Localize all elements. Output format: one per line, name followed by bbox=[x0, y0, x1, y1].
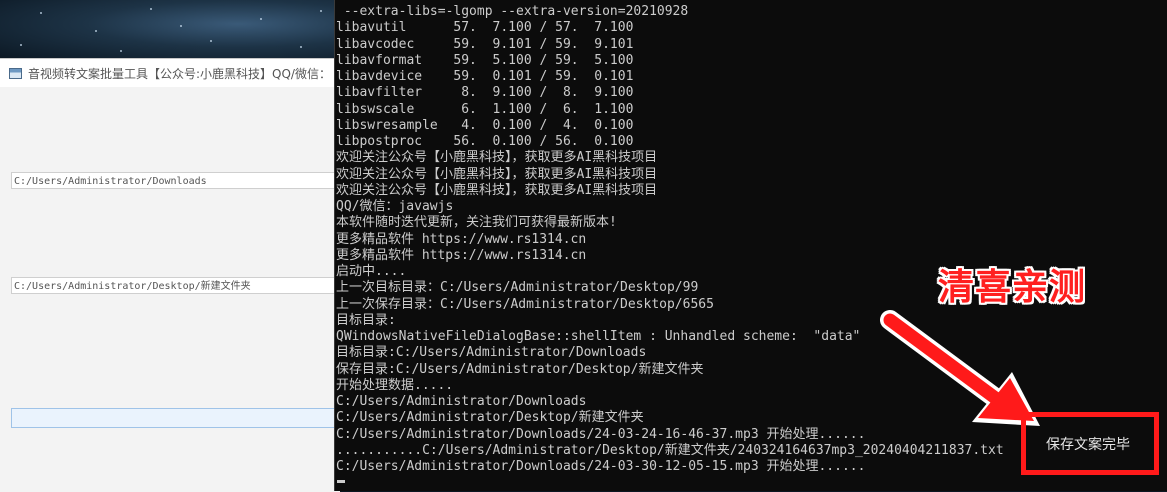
star-decoration bbox=[40, 12, 42, 14]
window-body: C:/Users/Administrator/Downloads C:/User… bbox=[0, 87, 340, 492]
console-line: libpostproc 56. 0.100 / 56. 0.100 bbox=[336, 134, 634, 149]
progress-field bbox=[11, 408, 340, 428]
star-decoration bbox=[20, 44, 22, 46]
console-line: libavformat 59. 5.100 / 59. 5.100 bbox=[336, 52, 634, 68]
console-line: 上一次目标目录：C:/Users/Administrator/Desktop/9… bbox=[336, 280, 699, 296]
star-decoration bbox=[120, 50, 122, 52]
console-line: libavfilter 8. 9.100 / 8. 9.100 bbox=[336, 85, 634, 101]
highlight-label: 保存文案完毕 bbox=[1046, 437, 1130, 453]
console-line: C:/Users/Administrator/Downloads/24-03-3… bbox=[336, 459, 866, 474]
star-decoration bbox=[320, 10, 322, 12]
star-decoration bbox=[260, 18, 262, 20]
console-line: ...........C:/Users/Administrator/Deskto… bbox=[336, 442, 1004, 458]
console-line: libavutil 57. 7.100 / 57. 7.100 bbox=[336, 20, 634, 36]
console-line: 更多精品软件 https://www.rs1314.cn bbox=[336, 247, 587, 263]
console-line: libswscale 6. 1.100 / 6. 1.100 bbox=[336, 101, 634, 117]
window-titlebar[interactable]: 音视频转文案批量工具【公众号:小鹿黑科技】QQ/微信： bbox=[0, 59, 340, 87]
console-line: QQ/微信：javawjs bbox=[336, 199, 454, 214]
console-line: 启动中.... bbox=[336, 264, 407, 279]
console-line: 更多精品软件 https://www.rs1314.cn bbox=[336, 231, 587, 247]
console-line: libavcodec 59. 9.101 / 59. 9.101 bbox=[336, 36, 634, 52]
app-window-icon bbox=[9, 67, 22, 79]
star-decoration bbox=[180, 25, 182, 27]
console-line: 欢迎关注公众号【小鹿黑科技】，获取更多AI黑科技项目 bbox=[336, 150, 658, 166]
star-decoration bbox=[95, 30, 97, 32]
window-title: 音视频转文案批量工具【公众号:小鹿黑科技】QQ/微信： bbox=[28, 66, 331, 81]
converter-window: 音视频转文案批量工具【公众号:小鹿黑科技】QQ/微信： C:/Users/Adm… bbox=[0, 58, 340, 492]
console-line: 本软件随时迭代更新，关注我们可获得最新版本! bbox=[336, 215, 617, 231]
console-line: --extra-libs=-lgomp --extra-version=2021… bbox=[336, 4, 689, 19]
console-line: 欢迎关注公众号【小鹿黑科技】，获取更多AI黑科技项目 bbox=[336, 166, 658, 182]
console-line: libavdevice 59. 0.101 / 59. 0.101 bbox=[336, 69, 634, 84]
console-line: 欢迎关注公众号【小鹿黑科技】，获取更多AI黑科技项目 bbox=[336, 182, 658, 198]
save-dir-field[interactable]: C:/Users/Administrator/Desktop/新建文件夹 bbox=[11, 277, 340, 294]
source-dir-field[interactable]: C:/Users/Administrator/Downloads bbox=[11, 172, 340, 189]
star-decoration bbox=[210, 40, 212, 42]
star-decoration bbox=[300, 46, 302, 48]
console-cursor bbox=[337, 480, 345, 483]
star-decoration bbox=[150, 8, 152, 10]
desktop-background bbox=[0, 0, 340, 60]
console-line: libswresample 4. 0.100 / 4. 0.100 bbox=[336, 117, 634, 133]
